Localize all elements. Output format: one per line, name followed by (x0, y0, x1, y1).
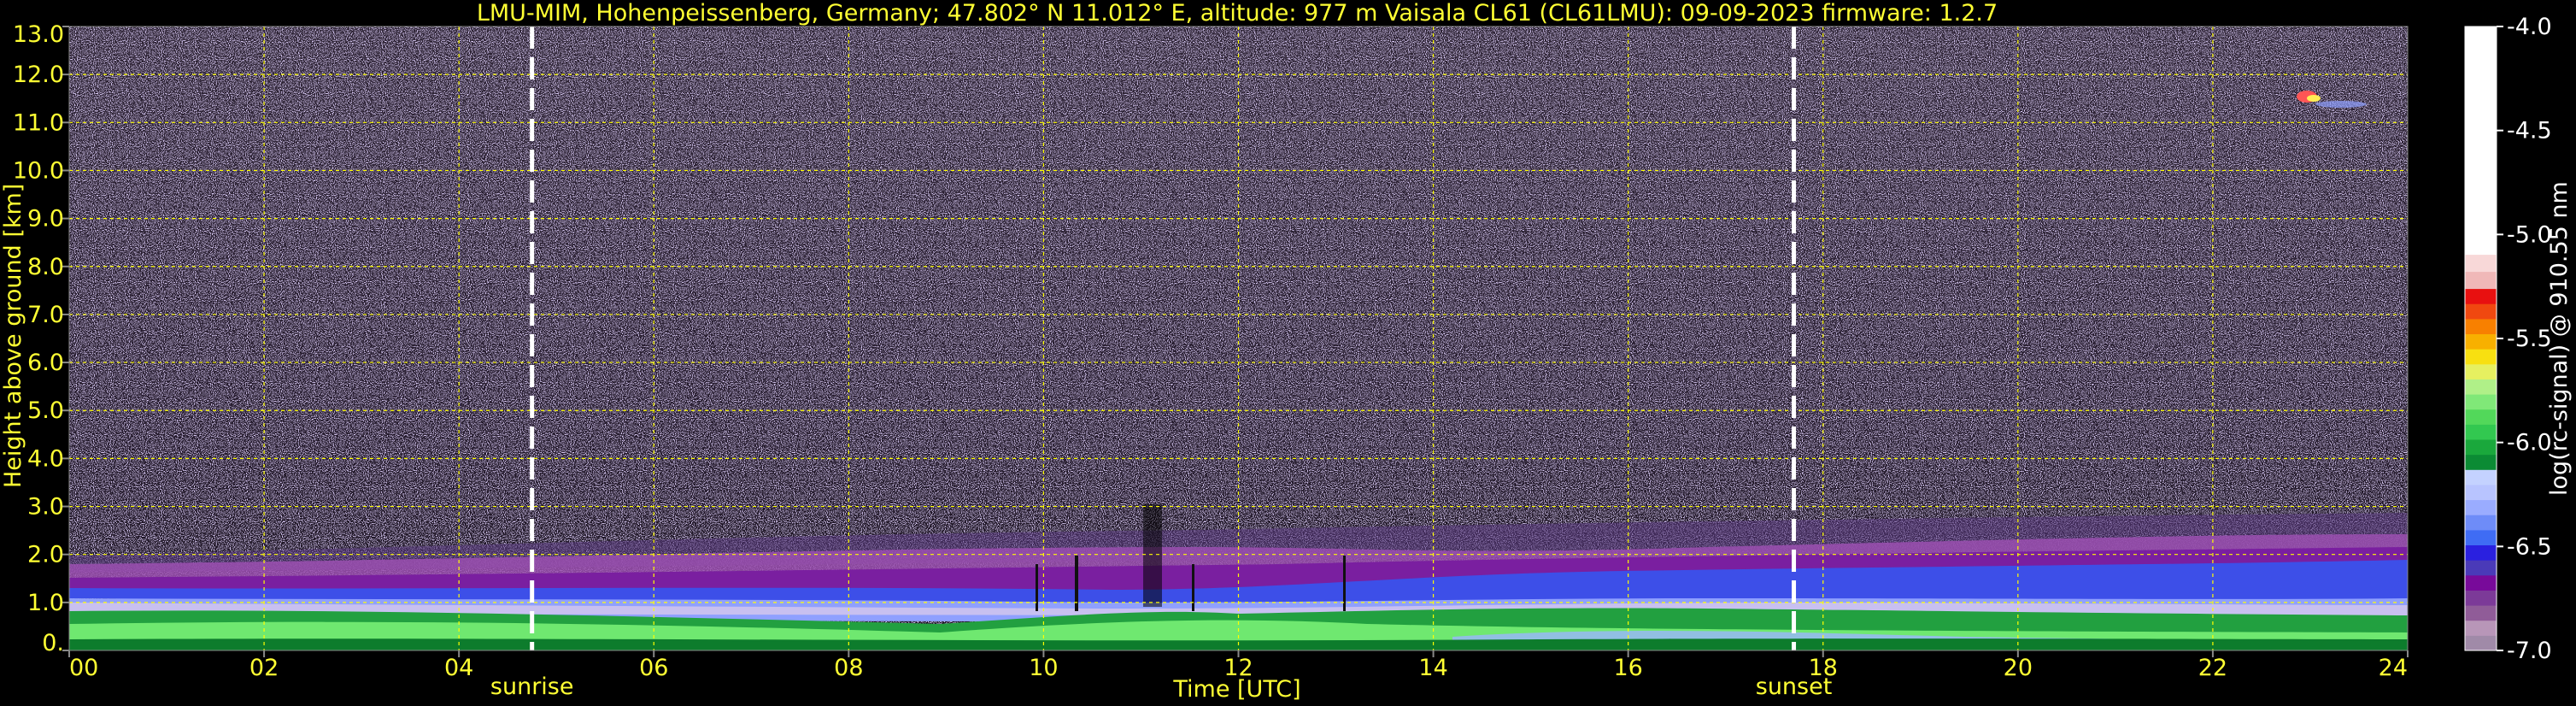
colorbar-segment (2465, 605, 2497, 621)
colorbar-segment (2465, 499, 2497, 515)
colorbar-segment (2465, 349, 2497, 365)
y-tick-label: 9.0 (27, 206, 64, 232)
colorbar-segment (2465, 288, 2497, 304)
colorbar-segment (2465, 318, 2497, 335)
colorbar-segment (2465, 544, 2497, 561)
colorbar-segment (2465, 26, 2497, 256)
y-tick-label: 4.0 (27, 445, 64, 472)
x-tick-label: 02 (249, 655, 279, 681)
y-tick-label: 0. (42, 630, 64, 656)
x-axis-label: Time [UTC] (1172, 676, 1300, 703)
colorbar-segment (2465, 635, 2497, 651)
colorbar-tick-label: -7.0 (2507, 638, 2552, 664)
x-tick-label: 06 (639, 655, 668, 681)
title: LMU-MIM, Hohenpeissenberg, Germany; 47.8… (477, 0, 1998, 26)
colorbar-segments (2465, 26, 2497, 651)
colorbar-segment (2465, 409, 2497, 425)
y-tick-label: 5.0 (27, 397, 64, 424)
y-axis-label: Height above ground [km] (0, 183, 26, 488)
colorbar-segment (2465, 454, 2497, 470)
colorbar-segment (2465, 484, 2497, 501)
y-tick-label: 11.0 (13, 109, 64, 136)
x-tick-label: 14 (1418, 655, 1447, 681)
y-tick-label: 13.0 (13, 21, 64, 48)
colorbar-segment (2465, 271, 2497, 290)
x-tick-label: 22 (2198, 655, 2227, 681)
y-tick-label: 3.0 (27, 494, 64, 521)
colorbar-tick-label: -5.5 (2507, 326, 2552, 352)
x-tick-label: 10 (1029, 655, 1058, 681)
colorbar-tick-label: -6.5 (2507, 533, 2552, 560)
colorbar-segment (2465, 469, 2497, 485)
colorbar-segment (2465, 515, 2497, 531)
colorbar-segment (2465, 574, 2497, 591)
colorbar-segment (2465, 529, 2497, 546)
x-tick-label: 00 (69, 655, 98, 681)
y-tick-label: 1.0 (27, 590, 64, 616)
x-tick-label: 04 (444, 655, 473, 681)
y-tick-label: 6.0 (27, 350, 64, 376)
y-tick-label: 2.0 (27, 542, 64, 568)
colorbar-tick-label: -5.0 (2507, 221, 2552, 248)
y-tick-label: 7.0 (27, 302, 64, 328)
colorbar-tick-label: -4.5 (2507, 118, 2552, 144)
colorbar-segment (2465, 620, 2497, 636)
colorbar-segment (2465, 560, 2497, 576)
colorbar: -4.0 -4.5 -5.0 -5.5 -6.0 -6.5 -7.0 (2464, 14, 2552, 664)
colorbar-segment (2465, 394, 2497, 410)
sun-marker-label: sunrise (490, 674, 574, 700)
colorbar-segment (2465, 424, 2497, 440)
colorbar-segment (2465, 363, 2497, 379)
plot-area (69, 26, 2408, 650)
x-tick-label: 24 (2379, 655, 2408, 681)
colorbar-segment (2465, 333, 2497, 350)
x-tick-label: 18 (1809, 655, 1838, 681)
y-tick-label: 8.0 (27, 254, 64, 280)
chart-title: LMU-MIM, Hohenpeissenberg, Germany; 47.8… (477, 0, 1998, 26)
x-tick-label: 20 (2004, 655, 2033, 681)
y-tick-label: 12.0 (13, 62, 64, 88)
colorbar-tick-label: -4.0 (2507, 14, 2552, 40)
colorbar-segment (2465, 590, 2497, 606)
colorbar-label: log(rc-signal) @ 910.55 nm (2546, 181, 2573, 496)
x-tick-label: 08 (834, 655, 863, 681)
ceilometer-chart: LMU-MIM, Hohenpeissenberg, Germany; 47.8… (13, 0, 2552, 703)
x-tick-label: 16 (1613, 655, 1642, 681)
colorbar-tick-label: -6.0 (2507, 430, 2552, 456)
y-tick-label: 10.0 (13, 157, 64, 184)
colorbar-segment (2465, 254, 2497, 273)
colorbar-ticks: -4.0 -4.5 -5.0 -5.5 -6.0 -6.5 -7.0 (2497, 14, 2552, 664)
colorbar-segment (2465, 379, 2497, 395)
colorbar-segment (2465, 303, 2497, 320)
colorbar-segment (2465, 439, 2497, 456)
